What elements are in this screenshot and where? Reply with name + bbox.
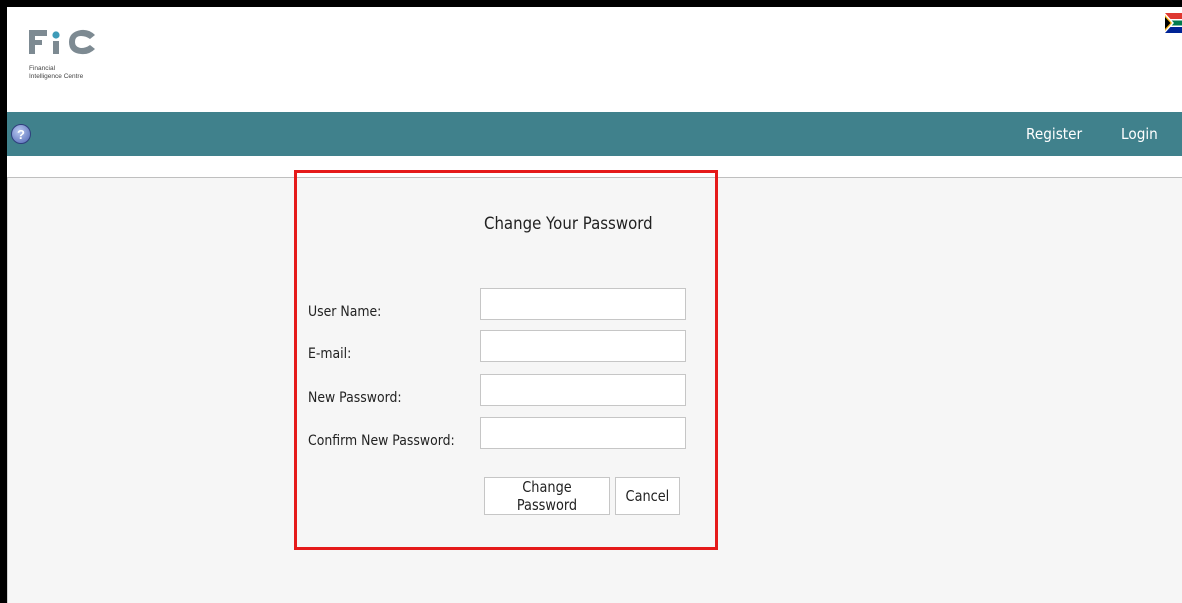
cancel-button-label: Cancel xyxy=(625,487,670,505)
fic-logo[interactable]: Financial Intelligence Centre xyxy=(29,27,129,97)
new-password-input[interactable] xyxy=(480,374,686,406)
top-navbar: ? Register Login xyxy=(7,112,1182,156)
logo-subtitle-line2: Intelligence Centre xyxy=(29,72,84,80)
form-title: Change Your Password xyxy=(484,214,653,234)
content-divider xyxy=(7,178,8,603)
email-input[interactable] xyxy=(480,330,686,362)
email-label: E-mail: xyxy=(308,346,352,362)
confirm-password-input[interactable] xyxy=(480,417,686,449)
south-africa-flag-icon[interactable] xyxy=(1165,13,1182,33)
new-password-label: New Password: xyxy=(308,390,402,406)
fic-logo-mark xyxy=(29,29,95,55)
browser-frame: Financial Intelligence Centre ? Register… xyxy=(7,7,1182,603)
username-input[interactable] xyxy=(480,288,686,320)
username-label: User Name: xyxy=(308,304,382,320)
register-link[interactable]: Register xyxy=(1026,125,1082,143)
change-password-button[interactable]: Change Password xyxy=(484,477,610,515)
change-password-button-label: Change Password xyxy=(516,478,578,514)
confirm-password-label: Confirm New Password: xyxy=(308,433,455,449)
logo-subtitle-line1: Financial xyxy=(29,65,56,72)
logo-subtitle: Financial Intelligence Centre xyxy=(29,65,83,80)
cancel-button[interactable]: Cancel xyxy=(615,477,680,515)
help-icon[interactable]: ? xyxy=(11,124,31,144)
site-header: Financial Intelligence Centre xyxy=(7,7,1182,112)
login-link[interactable]: Login xyxy=(1121,125,1158,143)
